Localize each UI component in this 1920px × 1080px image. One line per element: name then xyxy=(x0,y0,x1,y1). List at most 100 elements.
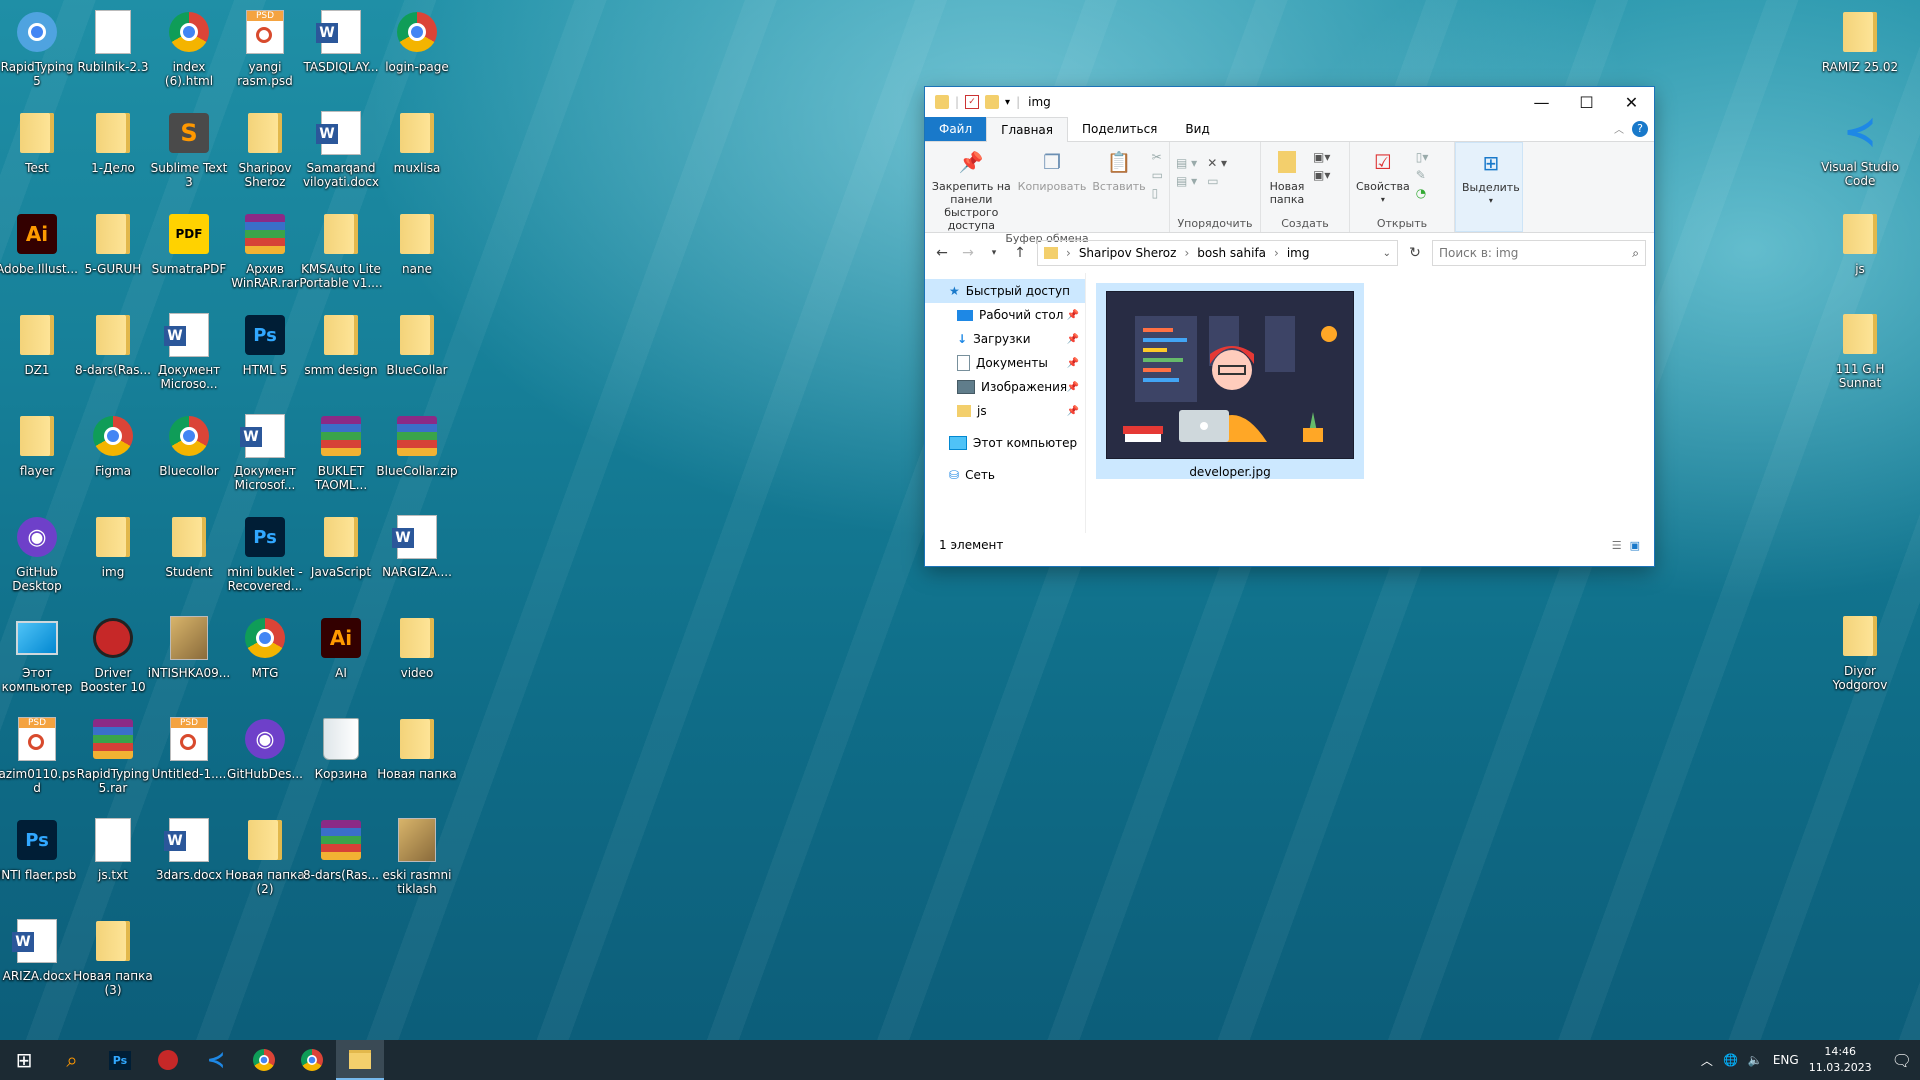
move-to-icon[interactable]: ▤ ▾ xyxy=(1176,156,1197,170)
back-button[interactable]: ← xyxy=(933,245,951,261)
clock[interactable]: 14:46 11.03.2023 xyxy=(1809,1044,1872,1076)
desktop-icon-item[interactable]: eski rasmni tiklash xyxy=(375,816,459,896)
pin-icon[interactable]: 📌 xyxy=(1067,334,1079,345)
desktop-icon-item[interactable]: login-page xyxy=(375,8,459,74)
cut-icon[interactable]: ✂ xyxy=(1152,150,1163,164)
forward-button[interactable]: → xyxy=(959,245,977,261)
breadcrumb-item[interactable]: Sharipov Sheroz xyxy=(1079,246,1177,260)
search-input[interactable]: Поиск в: img ⌕ xyxy=(1432,240,1646,266)
desktop-icon-item[interactable]: js.txt xyxy=(71,816,155,882)
refresh-button[interactable]: ↻ xyxy=(1406,245,1424,261)
desktop-icon-item[interactable]: 5-GURUH xyxy=(71,210,155,276)
pin-icon[interactable]: 📌 xyxy=(1067,382,1079,393)
desktop-icon-item[interactable]: BUKLET TAOML... xyxy=(299,412,383,492)
desktop-icon-item[interactable]: ARIZA.docx xyxy=(0,917,79,983)
network-icon[interactable]: 🌐 xyxy=(1723,1053,1738,1067)
tab-file[interactable]: Файл xyxy=(925,117,987,141)
nav-item-pictures[interactable]: Изображения 📌 xyxy=(925,375,1085,399)
desktop-icon-item[interactable]: BlueCollar xyxy=(375,311,459,377)
desktop-icon-item[interactable]: iNTISHKA09... xyxy=(147,614,231,680)
pin-icon[interactable]: 📌 xyxy=(1067,358,1079,369)
desktop-icon-item[interactable]: Новая папка xyxy=(375,715,459,781)
desktop-icon-item[interactable]: js xyxy=(1818,210,1902,276)
minimize-button[interactable]: — xyxy=(1519,87,1564,117)
desktop-icon-item[interactable]: Driver Booster 10 xyxy=(71,614,155,694)
close-button[interactable]: ✕ xyxy=(1609,87,1654,117)
desktop-icon-item[interactable]: KMSAuto Lite Portable v1.... xyxy=(299,210,383,290)
recent-locations-icon[interactable]: ▾ xyxy=(985,248,1003,258)
show-hidden-icons-icon[interactable]: ︿ xyxy=(1701,1052,1713,1069)
pin-icon[interactable]: 📌 xyxy=(1067,310,1079,321)
tab-view[interactable]: Вид xyxy=(1171,117,1223,141)
address-bar[interactable]: › Sharipov Sheroz › bosh sahifa › img ⌄ xyxy=(1037,240,1398,266)
desktop-icon-item[interactable]: Корзина xyxy=(299,715,383,781)
desktop-icon-item[interactable]: JavaScript xyxy=(299,513,383,579)
desktop-icon-item[interactable]: Этот компьютер xyxy=(0,614,79,694)
file-explorer-icon[interactable] xyxy=(336,1040,384,1080)
rename-icon[interactable]: ▭ xyxy=(1207,174,1227,188)
desktop-icon-item[interactable]: S Sublime Text 3 xyxy=(147,109,231,189)
copy-button[interactable]: ❐ Копировать xyxy=(1018,146,1087,194)
pin-icon[interactable]: 📌 xyxy=(1067,406,1079,417)
desktop-icon-item[interactable]: Figma xyxy=(71,412,155,478)
desktop-icon-item[interactable]: MTG xyxy=(223,614,307,680)
select-button[interactable]: ⊞ Выделить ▾ xyxy=(1462,147,1520,207)
desktop-icon-item[interactable]: flayer xyxy=(0,412,79,478)
desktop-icon-item[interactable]: Документ Microso... xyxy=(147,311,231,391)
new-folder-button[interactable]: Новая папка xyxy=(1267,146,1307,206)
desktop-icon-item[interactable]: Новая папка (3) xyxy=(71,917,155,997)
start-button[interactable]: ⊞ xyxy=(0,1040,48,1080)
desktop-icon-item[interactable]: Архив WinRAR.rar xyxy=(223,210,307,290)
desktop-icon-item[interactable]: 8-dars(Ras... xyxy=(71,311,155,377)
desktop-icon-item[interactable]: 1-Дело xyxy=(71,109,155,175)
desktop-icon-item[interactable]: PDF SumatraPDF xyxy=(147,210,231,276)
breadcrumb-item[interactable]: bosh sahifa xyxy=(1197,246,1266,260)
nav-quick-access[interactable]: ★ Быстрый доступ xyxy=(925,279,1085,303)
desktop-icon-item[interactable]: Samarqand viloyati.docx xyxy=(299,109,383,189)
customize-toolbar-icon[interactable]: ▾ xyxy=(1005,97,1010,108)
photoshop-icon[interactable]: Ps xyxy=(96,1040,144,1080)
desktop-icon-item[interactable]: Rubilnik-2.3 xyxy=(71,8,155,74)
delete-icon[interactable]: ✕ ▾ xyxy=(1207,156,1227,170)
desktop-icon-item[interactable]: TASDIQLAY... xyxy=(299,8,383,74)
open-icon[interactable]: ▯▾ xyxy=(1416,150,1429,164)
chrome-profile-icon[interactable] xyxy=(288,1040,336,1080)
desktop-icon-item[interactable]: ◉ GitHubDes... xyxy=(223,715,307,781)
driver-booster-icon[interactable] xyxy=(144,1040,192,1080)
pin-quick-access-button[interactable]: 📌 Закрепить на панели быстрого доступа xyxy=(931,146,1012,233)
desktop-icon-item[interactable]: azim0110.psd xyxy=(0,715,79,795)
desktop-icon-item[interactable]: nane xyxy=(375,210,459,276)
search-icon[interactable]: ⌕ xyxy=(48,1040,96,1080)
paste-shortcut-icon[interactable]: ▯ xyxy=(1152,186,1163,200)
paste-button[interactable]: 📋 Вставить xyxy=(1092,146,1145,194)
desktop-icon-item[interactable]: 111 G.H Sunnat xyxy=(1818,310,1902,390)
collapse-ribbon-icon[interactable]: ︿ xyxy=(1614,121,1624,136)
desktop-icon-item[interactable]: muxlisa xyxy=(375,109,459,175)
desktop-icon-item[interactable]: BlueCollar.zip xyxy=(375,412,459,478)
desktop-icon-item[interactable]: ≺ Visual Studio Code xyxy=(1818,108,1902,188)
desktop-icon-item[interactable]: Ps mini buklet -Recovered... xyxy=(223,513,307,593)
tab-share[interactable]: Поделиться xyxy=(1068,117,1171,141)
desktop-icon-item[interactable]: RapidTyping 5.rar xyxy=(71,715,155,795)
desktop-icon-item[interactable]: Ai Adobe.Illust... xyxy=(0,210,79,276)
desktop-icon-item[interactable]: Diyor Yodgorov xyxy=(1818,612,1902,692)
nav-item-downloads[interactable]: ↓ Загрузки 📌 xyxy=(925,327,1085,351)
chevron-down-icon[interactable]: ⌄ xyxy=(1383,248,1391,259)
vscode-icon[interactable]: ≺ xyxy=(192,1040,240,1080)
maximize-button[interactable]: ☐ xyxy=(1564,87,1609,117)
desktop-icon-item[interactable]: img xyxy=(71,513,155,579)
nav-network[interactable]: ⛁ Сеть xyxy=(925,463,1085,487)
title-bar[interactable]: | ✓ ▾ | img — ☐ ✕ xyxy=(925,87,1654,117)
desktop-icon-item[interactable]: Sharipov Sheroz xyxy=(223,109,307,189)
desktop-icon-item[interactable]: Untitled-1.... xyxy=(147,715,231,781)
desktop-icon-item[interactable]: smm design xyxy=(299,311,383,377)
desktop-icon-item[interactable]: Ps INTI flaer.psb xyxy=(0,816,79,882)
desktop-icon-item[interactable]: Новая папка (2) xyxy=(223,816,307,896)
volume-icon[interactable]: 🔈 xyxy=(1748,1053,1763,1067)
copy-path-icon[interactable]: ▭ xyxy=(1152,168,1163,182)
file-item[interactable]: developer.jpg xyxy=(1096,283,1364,479)
desktop-icon-item[interactable]: DZ1 xyxy=(0,311,79,377)
breadcrumb-item[interactable]: img xyxy=(1287,246,1310,260)
desktop-icon-item[interactable]: Test xyxy=(0,109,79,175)
desktop-icon-item[interactable]: Bluecollor xyxy=(147,412,231,478)
